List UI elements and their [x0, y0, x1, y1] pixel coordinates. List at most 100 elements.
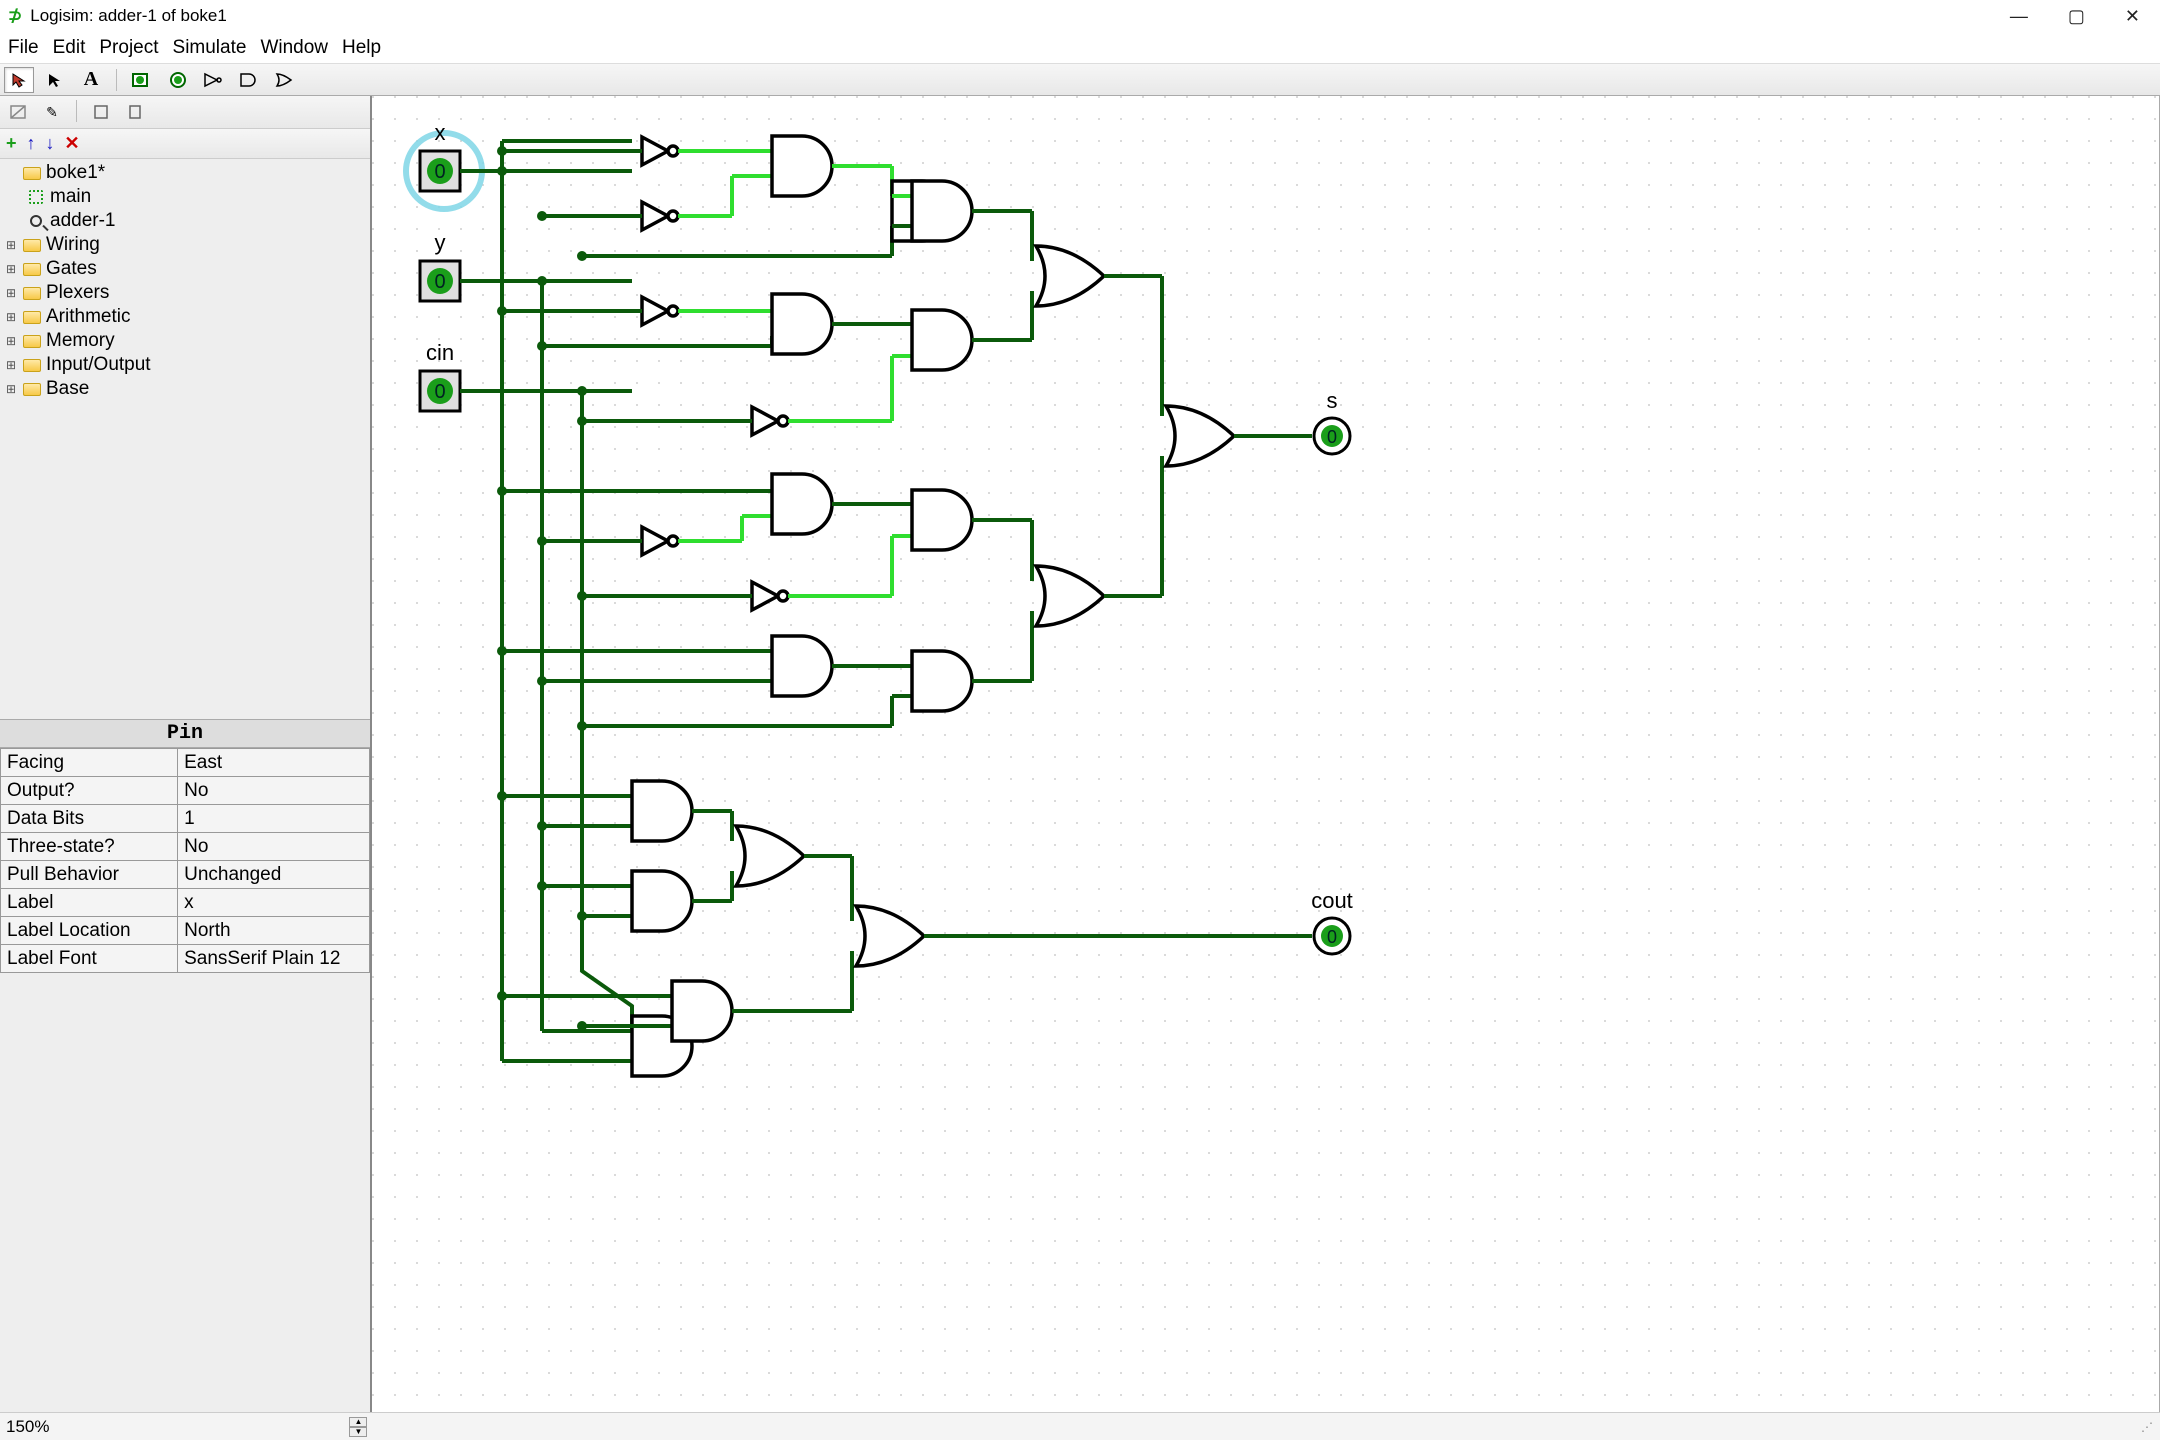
and-gate[interactable]	[912, 310, 972, 370]
and-gate-button[interactable]	[235, 67, 265, 93]
prop-val[interactable]: North	[178, 917, 370, 945]
circuit-svg[interactable]: 0 x 0 y 0 cin	[372, 96, 2160, 1412]
folder-icon	[22, 309, 42, 325]
tree-lib-label: Gates	[46, 258, 97, 280]
menu-project[interactable]: Project	[99, 37, 158, 59]
tree-lib-plexers[interactable]: ⊞Plexers	[0, 281, 370, 305]
prop-row-output: Output?No	[1, 777, 370, 805]
prop-val[interactable]: No	[178, 777, 370, 805]
tree-lib-label: Memory	[46, 330, 115, 352]
and-gate[interactable]	[912, 651, 972, 711]
input-pin-button[interactable]	[127, 67, 157, 93]
tree-lib-arithmetic[interactable]: ⊞ Arithmetic	[0, 305, 370, 329]
tree-circuit-main[interactable]: main	[0, 185, 370, 209]
expand-icon[interactable]: ⊞	[4, 358, 18, 372]
pin-label: cin	[426, 340, 454, 365]
minimize-button[interactable]: —	[2010, 6, 2028, 27]
zoom-spinner[interactable]: ▲ ▼	[349, 1417, 367, 1437]
prop-key: Label	[1, 889, 178, 917]
menu-simulate[interactable]: Simulate	[173, 37, 247, 59]
project-tree[interactable]: boke1* main adder-1 ⊞Wiring ⊞ Gates ⊞Plex…	[0, 159, 370, 719]
move-down-button[interactable]: ↓	[46, 133, 55, 154]
or-gate-button[interactable]	[271, 67, 301, 93]
prop-key: Facing	[1, 749, 178, 777]
tree-project[interactable]: boke1*	[0, 161, 370, 185]
prop-val[interactable]: 1	[178, 805, 370, 833]
menu-file[interactable]: File	[8, 37, 39, 59]
side-tool-4[interactable]	[121, 100, 149, 124]
prop-row-labelfont: Label FontSansSerif Plain 12	[1, 945, 370, 973]
delete-button[interactable]: ✕	[65, 133, 80, 154]
move-up-button[interactable]: ↑	[27, 133, 36, 154]
toolbar-separator	[76, 100, 77, 122]
folder-icon	[22, 237, 42, 253]
sidebar: ✎ + ↑ ↓ ✕ boke1* main adder-1	[0, 96, 372, 1412]
prop-key: Label Font	[1, 945, 178, 973]
zoom-label: 150%	[6, 1417, 49, 1437]
tree-lib-label: Arithmetic	[46, 306, 130, 328]
prop-val[interactable]: x	[178, 889, 370, 917]
statusbar: 150% ▲ ▼ ⋰	[0, 1412, 2160, 1440]
and-gate[interactable]	[772, 474, 832, 534]
and-gate[interactable]	[912, 181, 972, 241]
and-gate[interactable]	[772, 136, 832, 196]
pin-value: 0	[434, 381, 445, 403]
and-gate[interactable]	[912, 490, 972, 550]
and-gate[interactable]	[632, 781, 692, 841]
prop-val[interactable]: SansSerif Plain 12	[178, 945, 370, 973]
menu-window[interactable]: Window	[260, 37, 328, 59]
expand-icon[interactable]: ⊞	[4, 286, 18, 300]
menu-edit[interactable]: Edit	[53, 37, 86, 59]
prop-val[interactable]: Unchanged	[178, 861, 370, 889]
pin-label: y	[435, 230, 446, 255]
tree-lib-wiring[interactable]: ⊞Wiring	[0, 233, 370, 257]
tree-project-label: boke1*	[46, 162, 105, 184]
prop-row-threestate: Three-state?No	[1, 833, 370, 861]
menu-help[interactable]: Help	[342, 37, 381, 59]
not-gate-button[interactable]	[199, 67, 229, 93]
sidebar-spacer	[0, 973, 370, 1412]
pin-value: 0	[434, 161, 445, 183]
side-tool-3[interactable]	[87, 100, 115, 124]
folder-icon	[22, 261, 42, 277]
poke-tool-button[interactable]	[4, 67, 34, 93]
tree-lib-gates[interactable]: ⊞ Gates	[0, 257, 370, 281]
side-tool-1[interactable]	[4, 100, 32, 124]
and-gate[interactable]	[772, 294, 832, 354]
prop-key: Pull Behavior	[1, 861, 178, 889]
side-tool-2[interactable]: ✎	[38, 100, 66, 124]
expand-icon[interactable]: ⊞	[4, 334, 18, 348]
close-button[interactable]: ✕	[2125, 6, 2140, 27]
prop-val[interactable]: East	[178, 749, 370, 777]
tree-lib-base[interactable]: ⊞ Base	[0, 377, 370, 401]
output-pin-button[interactable]	[163, 67, 193, 93]
tree-circuit-adder[interactable]: adder-1	[0, 209, 370, 233]
resize-grip-icon[interactable]: ⋰	[2141, 1420, 2154, 1434]
and-gate[interactable]	[632, 871, 692, 931]
prop-key: Output?	[1, 777, 178, 805]
sidebar-buttons: + ↑ ↓ ✕	[0, 129, 370, 159]
expand-icon[interactable]: ⊞	[4, 382, 18, 396]
zoom-down-button[interactable]: ▼	[349, 1427, 367, 1437]
add-circuit-button[interactable]: +	[6, 133, 17, 154]
select-tool-button[interactable]	[40, 67, 70, 93]
circuit-canvas[interactable]: 0 x 0 y 0 cin	[372, 96, 2160, 1412]
and-gate[interactable]	[772, 636, 832, 696]
tree-lib-label: Base	[46, 378, 89, 400]
tree-lib-io[interactable]: ⊞Input/Output	[0, 353, 370, 377]
prop-row-pull: Pull BehaviorUnchanged	[1, 861, 370, 889]
zoom-up-button[interactable]: ▲	[349, 1417, 367, 1427]
pin-value: 0	[1327, 427, 1337, 447]
maximize-button[interactable]: ▢	[2068, 6, 2085, 27]
tree-lib-memory[interactable]: ⊞ Memory	[0, 329, 370, 353]
expand-icon[interactable]: ⊞	[4, 238, 18, 252]
property-table: FacingEast Output?No Data Bits1 Three-st…	[0, 748, 370, 973]
prop-row-label: Labelx	[1, 889, 370, 917]
and-gate[interactable]	[672, 981, 732, 1041]
folder-icon	[22, 357, 42, 373]
text-tool-button[interactable]: A	[76, 67, 106, 93]
expand-icon[interactable]: ⊞	[4, 310, 18, 324]
expand-icon[interactable]: ⊞	[4, 262, 18, 276]
pin-value: 0	[434, 271, 445, 293]
prop-val[interactable]: No	[178, 833, 370, 861]
